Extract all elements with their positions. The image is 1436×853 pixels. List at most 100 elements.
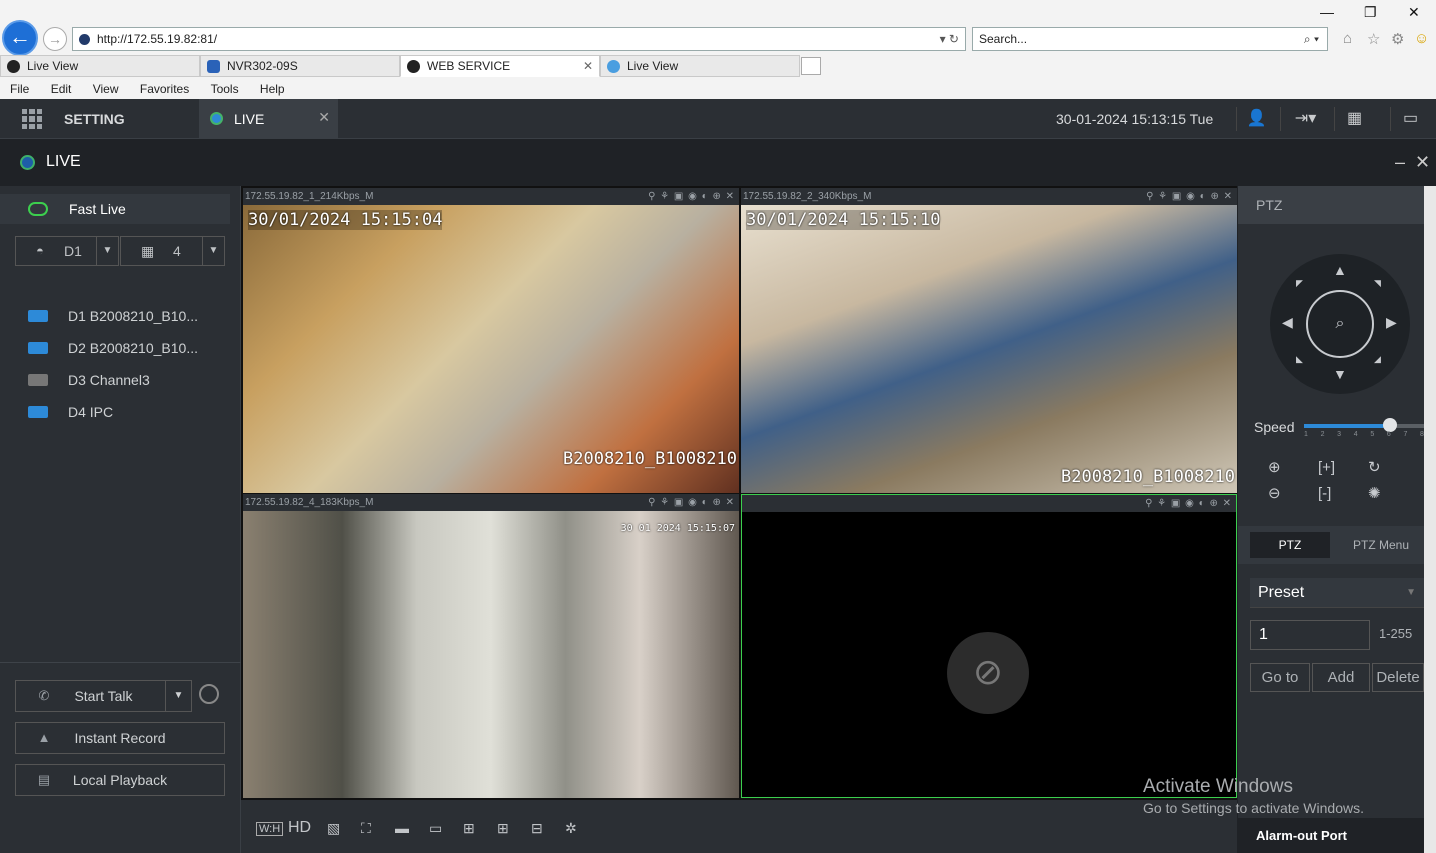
- minimize-panel-icon[interactable]: –: [1395, 152, 1405, 173]
- device-item-d3[interactable]: D3 Channel3: [28, 370, 198, 402]
- focus-far-icon[interactable]: [-]: [1318, 485, 1368, 510]
- video-pane-3[interactable]: 172.55.19.82_4_183Kbps_M ⚲ ⚘ ▣ ◉ ◐ ⊕ ✕ 3…: [243, 494, 739, 798]
- tab-nvr[interactable]: NVR302-09S: [200, 55, 400, 77]
- menu-view[interactable]: View: [93, 82, 119, 96]
- close-tab-icon[interactable]: ✕: [583, 56, 593, 77]
- pane-controls-icon[interactable]: ⚲ ⚘ ▣ ◉ ◐ ⊕ ✕: [1146, 188, 1233, 205]
- video-pane-2[interactable]: 172.55.19.82_2_340Kbps_M ⚲ ⚘ ▣ ◉ ◐ ⊕ ✕ 3…: [741, 188, 1237, 493]
- layout-1-icon[interactable]: ▬: [395, 820, 409, 836]
- pane-controls-icon[interactable]: ⚲ ⚘ ▣ ◉ ◐ ⊕ ✕: [648, 188, 735, 205]
- user-icon[interactable]: 👤: [1236, 107, 1276, 131]
- close-icon[interactable]: ✕: [1408, 4, 1420, 21]
- rotate-icon[interactable]: ↻: [1368, 458, 1418, 483]
- logout-icon[interactable]: ⇥▾: [1280, 107, 1330, 131]
- focus-near-icon[interactable]: [+]: [1318, 459, 1368, 484]
- arrow-left-icon[interactable]: ◀: [1282, 314, 1293, 331]
- arrow-up-icon[interactable]: ▲: [1333, 262, 1347, 278]
- arrow-up-left-icon[interactable]: ◤: [1296, 278, 1303, 289]
- zoom-in-icon[interactable]: ⊕: [1268, 458, 1318, 483]
- gear-icon[interactable]: ⚙: [1391, 30, 1404, 48]
- close-panel-icon[interactable]: ✕: [1415, 152, 1430, 173]
- aspect-ratio-icon[interactable]: W:H: [256, 822, 284, 836]
- forward-button[interactable]: →: [43, 27, 67, 51]
- layout-4-icon[interactable]: ⊞: [463, 820, 475, 837]
- video-pane-4[interactable]: ⚲ ⚘ ▣ ◉ ◐ ⊕ ✕ ⊘: [741, 494, 1237, 798]
- tab-live-view-2[interactable]: Live View: [600, 55, 800, 77]
- alarm-out-port-section[interactable]: Alarm-out Port: [1238, 818, 1424, 853]
- zoom-area-icon[interactable]: ⌕: [1306, 290, 1374, 358]
- video-pane-1[interactable]: 172.55.19.82_1_214Kbps_M ⚲ ⚘ ▣ ◉ ◐ ⊕ ✕ 3…: [243, 188, 739, 493]
- layout-6-icon[interactable]: ⊞: [497, 820, 509, 837]
- tab-live[interactable]: LIVE ✕: [199, 99, 338, 139]
- fullscreen-icon[interactable]: ⛶: [361, 820, 371, 837]
- menu-favorites[interactable]: Favorites: [140, 82, 189, 96]
- osd-timestamp: 30/01/2024 15:15:04: [248, 210, 443, 230]
- page-icon: [407, 60, 420, 73]
- tab-live-view-1[interactable]: Live View: [0, 55, 200, 77]
- local-playback-button[interactable]: ▤ Local Playback: [15, 764, 225, 796]
- qr-icon[interactable]: ▦: [1334, 107, 1374, 131]
- close-live-tab-icon[interactable]: ✕: [318, 109, 330, 126]
- menu-file[interactable]: File: [10, 82, 29, 96]
- arrow-down-left-icon[interactable]: ◣: [1296, 354, 1303, 365]
- arrow-up-right-icon[interactable]: ◥: [1374, 278, 1381, 289]
- chevron-down-icon[interactable]: ▼: [96, 237, 118, 265]
- arrow-down-right-icon[interactable]: ◢: [1374, 354, 1381, 365]
- new-tab-button[interactable]: [801, 57, 821, 75]
- search-icon[interactable]: ⌕ ▾: [1304, 28, 1319, 50]
- refresh-icon[interactable]: ▾ ↻: [940, 28, 959, 50]
- preset-number-input[interactable]: 1: [1250, 620, 1370, 650]
- iris-icon[interactable]: ✺: [1368, 484, 1418, 509]
- restore-icon[interactable]: ❐: [1364, 4, 1377, 21]
- arrow-right-icon[interactable]: ▶: [1386, 314, 1397, 331]
- layout-select[interactable]: ▦ 4 ▼: [120, 236, 225, 266]
- fast-live-button[interactable]: Fast Live: [0, 194, 230, 224]
- fullscreen-icon[interactable]: ▭: [1390, 107, 1430, 131]
- stream-select[interactable]: D1 ◓ ▼: [15, 236, 119, 266]
- back-button[interactable]: ←: [2, 20, 38, 56]
- record-toggle[interactable]: [199, 684, 219, 704]
- setting-tab[interactable]: SETTING: [64, 111, 125, 127]
- goto-button[interactable]: Go to: [1250, 663, 1310, 692]
- delete-preset-button[interactable]: Delete: [1372, 663, 1424, 692]
- menu-edit[interactable]: Edit: [51, 82, 72, 96]
- layout-single-icon[interactable]: ▭: [429, 820, 442, 837]
- favorites-star-icon[interactable]: ☆: [1367, 30, 1380, 48]
- chevron-down-icon[interactable]: ▼: [202, 237, 224, 265]
- smiley-icon[interactable]: ☺: [1414, 30, 1429, 47]
- chevron-down-icon[interactable]: ▼: [165, 681, 191, 711]
- main-menu-icon[interactable]: [22, 109, 42, 129]
- hd-button[interactable]: HD: [288, 819, 311, 837]
- address-bar[interactable]: http://172.55.19.82:81/ ▾ ↻: [72, 27, 966, 51]
- preset-select[interactable]: Preset ▼: [1250, 578, 1424, 608]
- start-talk-button[interactable]: ✆ Start Talk ▼: [15, 680, 192, 712]
- ptz-direction-wheel[interactable]: ⌕ ▲ ▼ ◀ ▶ ◤ ◥ ◣ ◢: [1270, 254, 1410, 394]
- add-preset-button[interactable]: Add: [1312, 663, 1370, 692]
- instant-record-button[interactable]: ▲ Instant Record: [15, 722, 225, 754]
- pane-controls-icon[interactable]: ⚲ ⚘ ▣ ◉ ◐ ⊕ ✕: [648, 494, 735, 511]
- device-item-d2[interactable]: D2 B2008210_B10...: [28, 338, 198, 370]
- tab-ptz[interactable]: PTZ: [1250, 532, 1330, 558]
- speed-slider[interactable]: [1304, 418, 1424, 432]
- stream-switch-icon[interactable]: ▧: [327, 820, 340, 837]
- tab-web-service[interactable]: WEB SERVICE ✕: [400, 55, 600, 77]
- tab-ptz-menu[interactable]: PTZ Menu: [1338, 532, 1424, 558]
- minimize-icon[interactable]: —: [1320, 4, 1334, 20]
- device-item-d1[interactable]: D1 B2008210_B10...: [28, 306, 198, 338]
- chevron-down-icon[interactable]: ▼: [1406, 578, 1416, 608]
- device-item-d4[interactable]: D4 IPC: [28, 402, 198, 434]
- vertical-scrollbar[interactable]: [1424, 186, 1436, 853]
- home-icon[interactable]: ⌂: [1343, 30, 1352, 47]
- arrow-down-icon[interactable]: ▼: [1333, 366, 1347, 382]
- settings-icon[interactable]: ✲: [565, 820, 577, 837]
- menu-tools[interactable]: Tools: [211, 82, 239, 96]
- search-input[interactable]: Search... ⌕ ▾: [972, 27, 1328, 51]
- ptz-lens-controls: ⊕ [+] ↻ ⊖ [-] ✺: [1268, 458, 1418, 510]
- layout-8-icon[interactable]: ⊟: [531, 820, 543, 837]
- live-icon: [210, 112, 223, 125]
- zoom-out-icon[interactable]: ⊖: [1268, 484, 1318, 509]
- pane-controls-icon[interactable]: ⚲ ⚘ ▣ ◉ ◐ ⊕ ✕: [1145, 495, 1232, 512]
- slider-knob[interactable]: [1382, 418, 1397, 432]
- menu-help[interactable]: Help: [260, 82, 285, 96]
- camera-icon: [28, 310, 48, 322]
